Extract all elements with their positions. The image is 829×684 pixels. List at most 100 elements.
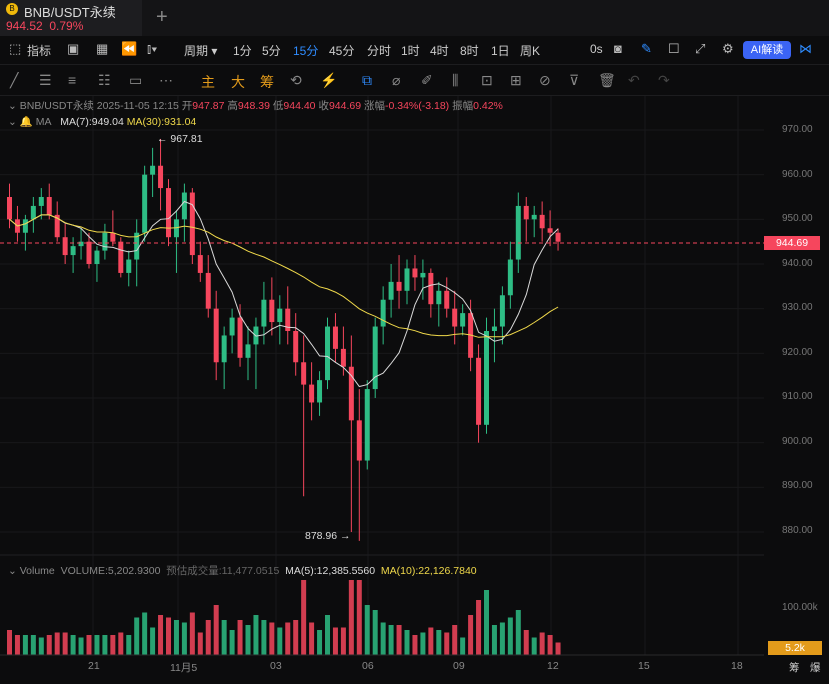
ma7-line — [9, 200, 559, 388]
low-annotation: 878.96 → — [305, 530, 351, 542]
collapse-icon-2[interactable]: ⌄ — [8, 116, 17, 128]
volume-bar — [428, 627, 434, 655]
candle-body — [30, 205, 36, 220]
liquidation-toggle[interactable]: 爆 — [810, 660, 821, 675]
candle-body — [86, 241, 92, 264]
candle-body — [484, 331, 489, 425]
volume-bar — [277, 627, 283, 655]
volume-bar — [340, 627, 346, 655]
volume-bar — [484, 590, 489, 655]
candle-body — [269, 299, 275, 323]
volume-bar — [372, 610, 378, 655]
volume-bar — [404, 630, 410, 655]
ohlc-info: ⌄ BNB/USDT永续 2025-11-05 12:15 开947.87 高9… — [8, 98, 503, 113]
candle-body — [555, 232, 561, 242]
volume-bar — [547, 635, 553, 655]
volume-bars — [7, 580, 561, 655]
ma-info: ⌄ 🔔 MA MA(7):949.04 MA(30):931.04 — [8, 115, 196, 128]
chips-toggle[interactable]: 筹 — [789, 660, 800, 675]
volume-bar — [213, 605, 219, 655]
volume-bar — [507, 617, 513, 655]
volume-bar — [460, 637, 466, 655]
volume-title: Volume — [19, 565, 55, 577]
candle-body — [515, 205, 521, 260]
candle-body — [46, 197, 52, 215]
volume-bar — [261, 620, 267, 655]
candle-body — [507, 259, 513, 296]
ohlc-amp: 0.42% — [473, 100, 503, 112]
ohlc-open: 947.87 — [192, 100, 225, 112]
candle-body — [332, 326, 338, 349]
volume-bar — [444, 632, 450, 655]
volume-bar — [523, 630, 529, 655]
candle-body — [166, 188, 171, 238]
candle-body — [110, 232, 116, 242]
candle-body — [325, 326, 330, 381]
candle-body — [460, 313, 466, 327]
price-tick: 890.00 — [782, 480, 813, 491]
volume-bar — [181, 622, 187, 655]
collapse-icon[interactable]: ⌄ — [8, 100, 17, 112]
volume-bar — [86, 635, 92, 655]
volume-bar — [499, 622, 505, 655]
time-tick: 06 — [362, 660, 374, 672]
volume-bar — [253, 615, 259, 655]
volume-bar — [22, 635, 28, 655]
candle-body — [491, 326, 497, 331]
low-value: 878.96 — [305, 530, 338, 542]
candle-body — [126, 259, 132, 273]
price-tick: 950.00 — [782, 213, 813, 224]
ma30-value: MA(30):931.04 — [126, 116, 197, 128]
candle-body — [102, 232, 108, 251]
candle-body — [531, 214, 537, 220]
volume-bar — [301, 580, 307, 655]
price-tick: 920.00 — [782, 347, 813, 358]
time-tick: 21 — [88, 660, 100, 672]
candle-body — [205, 272, 211, 309]
volume-bar — [229, 630, 235, 655]
volume-bar — [173, 620, 179, 655]
volume-bar — [348, 580, 354, 655]
volume-bar — [420, 632, 426, 655]
time-tick: 03 — [270, 660, 282, 672]
volume-bar — [356, 580, 362, 655]
volume-bar — [388, 625, 394, 655]
collapse-icon-3[interactable]: ⌄ — [8, 565, 17, 577]
time-tick: 09 — [453, 660, 465, 672]
candle-body — [309, 384, 315, 403]
high-annotation: ← 967.81 — [157, 133, 203, 145]
bell-icon[interactable]: 🔔 — [20, 116, 33, 128]
candle-body — [213, 308, 219, 363]
candle-body — [340, 348, 346, 367]
volume-bar — [245, 625, 251, 655]
candle-body — [436, 290, 442, 305]
ohlc-change: -0.34%(-3.18) — [384, 100, 450, 112]
volume-bar — [364, 605, 370, 655]
volume-bar — [491, 625, 497, 655]
volume-bar — [118, 632, 124, 655]
ohlc-open-label: 开 — [181, 100, 193, 112]
volume-bar — [94, 635, 100, 655]
candle-body — [237, 317, 243, 358]
price-tick: 900.00 — [782, 436, 813, 447]
candle-body — [62, 237, 68, 256]
volume-bar — [332, 627, 338, 655]
candle-body — [388, 281, 394, 300]
volume-bar — [134, 617, 140, 655]
ohlc-datetime: 2025-11-05 12:15 — [96, 100, 179, 112]
last-price-label: 944.69 — [764, 236, 820, 250]
volume-bar — [412, 635, 418, 655]
candle-body — [221, 335, 227, 363]
volume-bar — [309, 622, 315, 655]
volume-bar — [269, 622, 275, 655]
volume-bar — [150, 627, 156, 655]
ohlc-symbol: BNB/USDT永续 — [19, 100, 94, 112]
volume-bar — [436, 630, 442, 655]
volume-value: VOLUME:5,202.9300 — [60, 565, 161, 577]
volume-bar — [476, 600, 482, 655]
candle-body — [452, 308, 458, 327]
volume-bar — [7, 630, 12, 655]
candle-body — [348, 366, 354, 421]
volume-bar — [515, 610, 521, 655]
ohlc-close: 944.69 — [328, 100, 362, 112]
